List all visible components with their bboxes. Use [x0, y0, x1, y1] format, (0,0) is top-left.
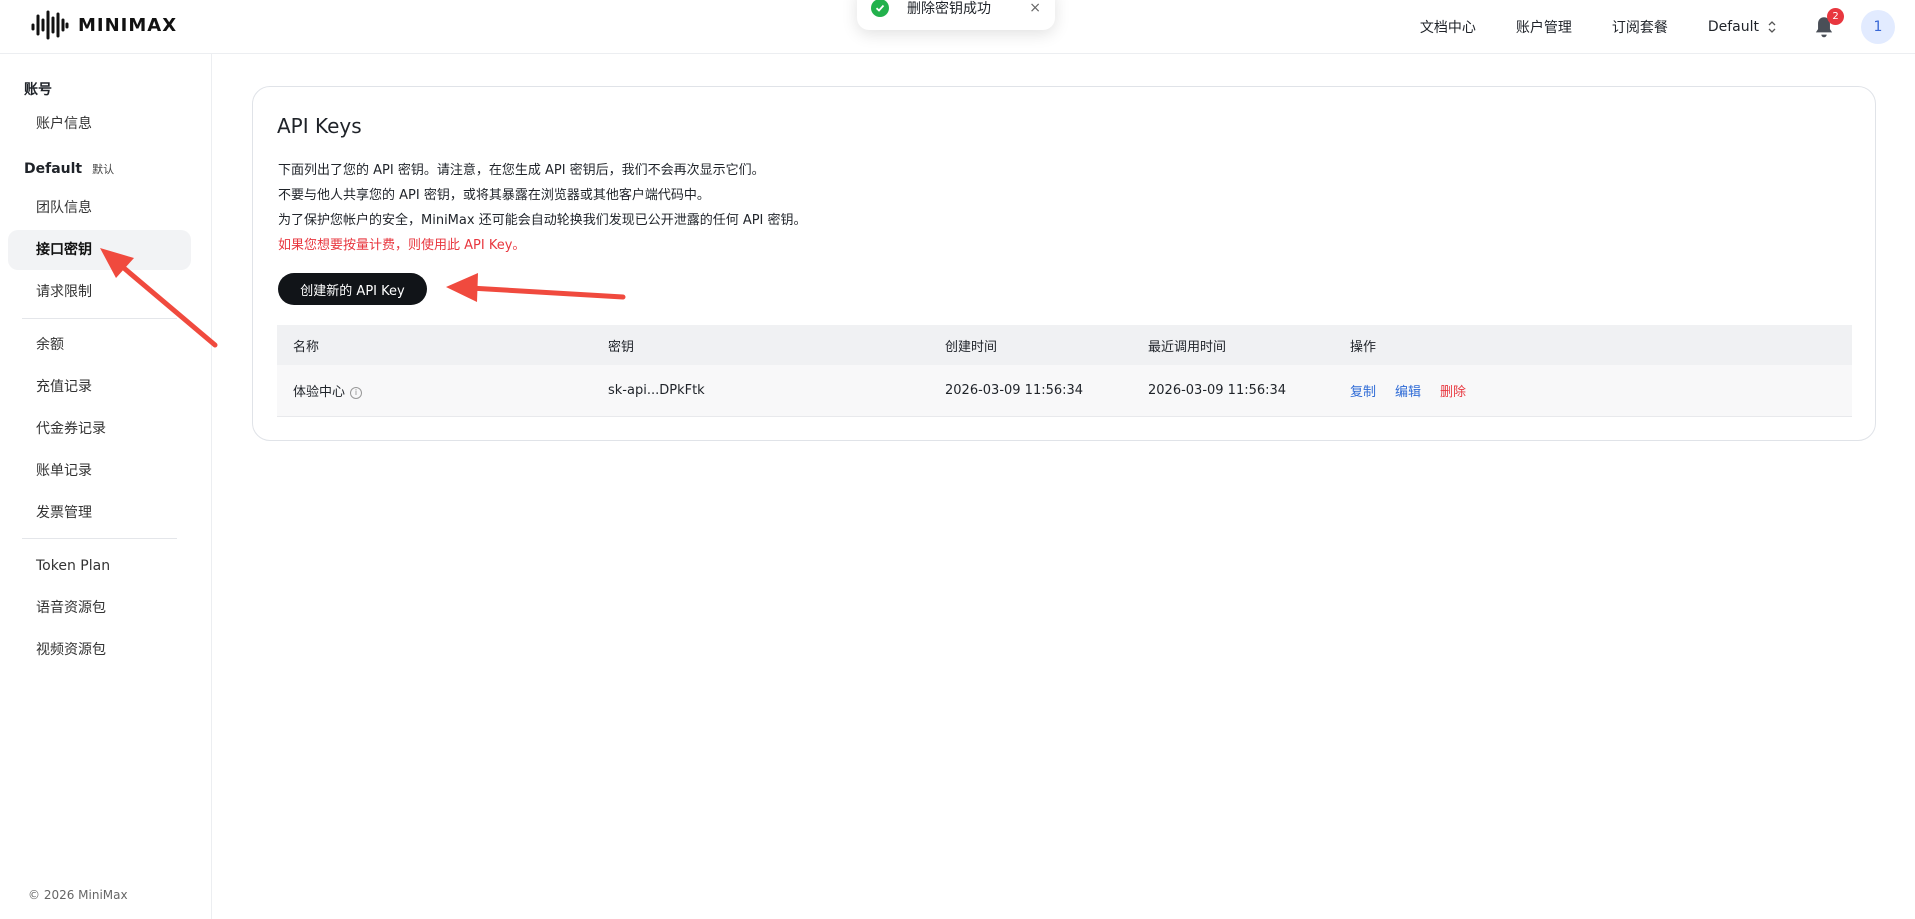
- api-keys-table: 名称 密钥 创建时间 最近调用时间 操作 体验中心 i sk-api...DPkF…: [277, 325, 1852, 417]
- page-title: API Keys: [277, 114, 362, 138]
- description-line: 为了保护您帐户的安全，MiniMax 还可能会自动轮换我们发现已公开泄露的任何 …: [278, 213, 807, 228]
- column-header-actions: 操作: [1350, 339, 1377, 355]
- create-api-key-button[interactable]: 创建新的 API Key: [278, 273, 427, 305]
- nav-account[interactable]: 账户管理: [1516, 17, 1572, 37]
- check-circle-icon: [871, 0, 889, 17]
- column-header-name: 名称: [293, 339, 320, 355]
- description-line: 不要与他人共享您的 API 密钥，或将其暴露在浏览器或其他客户端代码中。: [278, 188, 710, 203]
- notification-count-badge: 2: [1827, 8, 1844, 25]
- copy-link[interactable]: 复制: [1350, 385, 1376, 400]
- sidebar-item-team-info[interactable]: 团队信息: [8, 188, 191, 228]
- success-toast: 删除密钥成功 ×: [857, 0, 1055, 30]
- key-value-cell: sk-api...DPkFtk: [608, 383, 705, 398]
- user-avatar[interactable]: 1: [1861, 10, 1895, 44]
- nav-subscription[interactable]: 订阅套餐: [1612, 17, 1668, 37]
- org-heading-label: Default: [24, 161, 83, 177]
- key-name-cell: 体验中心 i: [293, 381, 363, 400]
- sidebar-item-billing-history[interactable]: 账单记录: [8, 451, 191, 491]
- sidebar-item-invoices[interactable]: 发票管理: [8, 493, 191, 533]
- sidebar-item-balance[interactable]: 余额: [8, 325, 191, 365]
- org-switcher[interactable]: Default: [1708, 19, 1777, 35]
- waveform-logo-icon: [31, 10, 69, 40]
- key-name: 体验中心: [293, 385, 346, 400]
- column-header-created: 创建时间: [945, 339, 998, 355]
- delete-link[interactable]: 删除: [1440, 385, 1466, 400]
- info-icon[interactable]: i: [350, 386, 363, 399]
- sidebar-divider: [22, 318, 177, 319]
- org-name: Default: [1707, 19, 1759, 35]
- chevron-up-down-icon: [1768, 21, 1776, 33]
- sidebar-heading-org: Default 默认: [24, 161, 114, 177]
- copyright: © 2026 MiniMax: [28, 888, 128, 902]
- sidebar-item-rate-limits[interactable]: 请求限制: [8, 272, 191, 312]
- sidebar-item-recharge-history[interactable]: 充值记录: [8, 367, 191, 407]
- sidebar-item-voucher-history[interactable]: 代金券记录: [8, 409, 191, 449]
- sidebar-item-voice-packs[interactable]: 语音资源包: [8, 588, 191, 628]
- default-tag: 默认: [92, 163, 115, 176]
- table-header: 名称 密钥 创建时间 最近调用时间 操作: [277, 325, 1852, 365]
- notifications-button[interactable]: 2: [1811, 8, 1844, 40]
- column-header-last-used: 最近调用时间: [1148, 339, 1227, 355]
- nav-docs[interactable]: 文档中心: [1420, 17, 1476, 37]
- top-nav: 文档中心 账户管理 订阅套餐 Default 2 1: [1420, 0, 1915, 54]
- close-icon[interactable]: ×: [1029, 0, 1041, 16]
- sidebar-item-video-packs[interactable]: 视频资源包: [8, 630, 191, 670]
- billing-note: 如果您想要按量计费，则使用此 API Key。: [278, 238, 526, 253]
- sidebar-heading-account: 账号: [24, 82, 52, 98]
- column-header-key: 密钥: [608, 339, 635, 355]
- edit-link[interactable]: 编辑: [1395, 385, 1421, 400]
- sidebar-item-account-info[interactable]: 账户信息: [8, 104, 191, 144]
- sidebar: 账号 账户信息 Default 默认 团队信息 接口密钥 请求限制 余额 充值记录…: [0, 54, 212, 919]
- logo-text: MINIMAX: [78, 14, 178, 36]
- toast-message: 删除密钥成功: [907, 1, 991, 17]
- sidebar-item-token-plan[interactable]: Token Plan: [8, 546, 191, 586]
- last-used-cell: 2026-03-09 11:56:34: [1148, 383, 1287, 398]
- actions-cell: 复制 编辑 删除: [1350, 381, 1485, 400]
- sidebar-item-api-keys[interactable]: 接口密钥: [8, 230, 191, 270]
- sidebar-divider: [22, 538, 177, 539]
- table-row: 体验中心 i sk-api...DPkFtk 2026-03-09 11:56:3…: [277, 365, 1852, 417]
- description-line: 下面列出了您的 API 密钥。请注意，在您生成 API 密钥后，我们不会再次显示…: [278, 163, 765, 178]
- minimax-logo[interactable]: MINIMAX: [30, 8, 177, 42]
- api-keys-card: API Keys 下面列出了您的 API 密钥。请注意，在您生成 API 密钥后…: [252, 86, 1876, 441]
- created-time-cell: 2026-03-09 11:56:34: [945, 383, 1084, 398]
